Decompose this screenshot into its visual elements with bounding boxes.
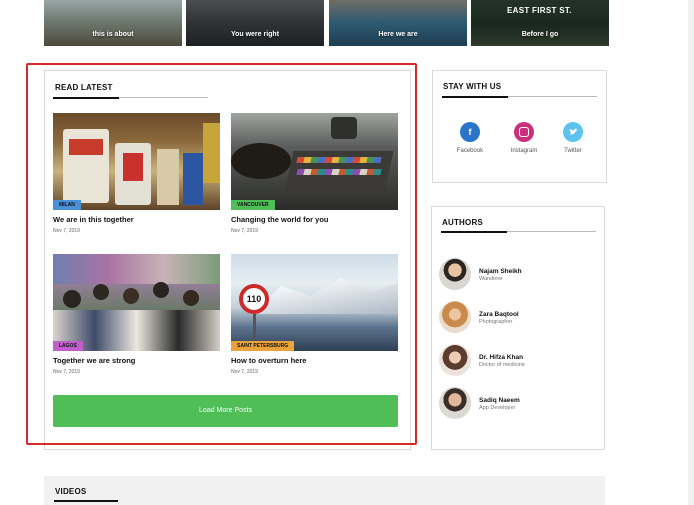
author-role: Wanderer: [479, 276, 503, 282]
authors-title: AUTHORS: [442, 218, 483, 227]
gallery-tile-2[interactable]: You were right: [186, 0, 324, 46]
author-item[interactable]: Sadiq Naeem App Developer: [439, 387, 599, 419]
stay-with-us-title: STAY WITH US: [443, 82, 502, 91]
author-name: Najam Sheikh: [479, 268, 522, 275]
author-item[interactable]: Najam Sheikh Wanderer: [439, 258, 599, 290]
section-underline: [54, 499, 118, 502]
gallery-caption: Here we are: [378, 31, 418, 38]
twitter-link[interactable]: Twitter: [543, 122, 603, 154]
author-item[interactable]: Dr. Hifza Khan Doctor of medicine: [439, 344, 599, 376]
author-role: App Developer: [479, 405, 516, 411]
scrollbar[interactable]: [688, 0, 694, 505]
author-name: Zara Baqtool: [479, 311, 519, 318]
videos-section: [44, 476, 605, 505]
gallery-caption: Before I go: [521, 31, 559, 38]
author-role: Doctor of medicine: [479, 362, 525, 368]
gallery-tile-1[interactable]: this is about: [44, 0, 182, 46]
instagram-icon: [514, 122, 534, 142]
facebook-icon: f: [460, 122, 480, 142]
gallery-caption: You were right: [230, 31, 280, 38]
author-item[interactable]: Zara Baqtool Photographer: [439, 301, 599, 333]
author-role: Photographer: [479, 319, 513, 325]
street-sign-text: EAST FIRST ST.: [507, 6, 572, 15]
gallery-tile-4[interactable]: EAST FIRST ST. Before I go: [471, 0, 609, 46]
avatar: [439, 301, 471, 333]
avatar: [439, 258, 471, 290]
gallery-tile-3[interactable]: Here we are: [329, 0, 467, 46]
videos-title: VIDEOS: [55, 487, 87, 496]
gallery-caption: this is about: [92, 31, 134, 38]
social-label: Facebook: [456, 148, 484, 154]
section-underline: [442, 95, 597, 98]
social-label: Twitter: [564, 148, 582, 154]
avatar: [439, 387, 471, 419]
avatar: [439, 344, 471, 376]
selection-highlight: [26, 63, 417, 445]
twitter-icon: [563, 122, 583, 142]
author-name: Sadiq Naeem: [479, 397, 520, 404]
author-name: Dr. Hifza Khan: [479, 354, 524, 361]
section-underline: [441, 230, 596, 233]
facebook-link[interactable]: f Facebook: [440, 122, 500, 154]
